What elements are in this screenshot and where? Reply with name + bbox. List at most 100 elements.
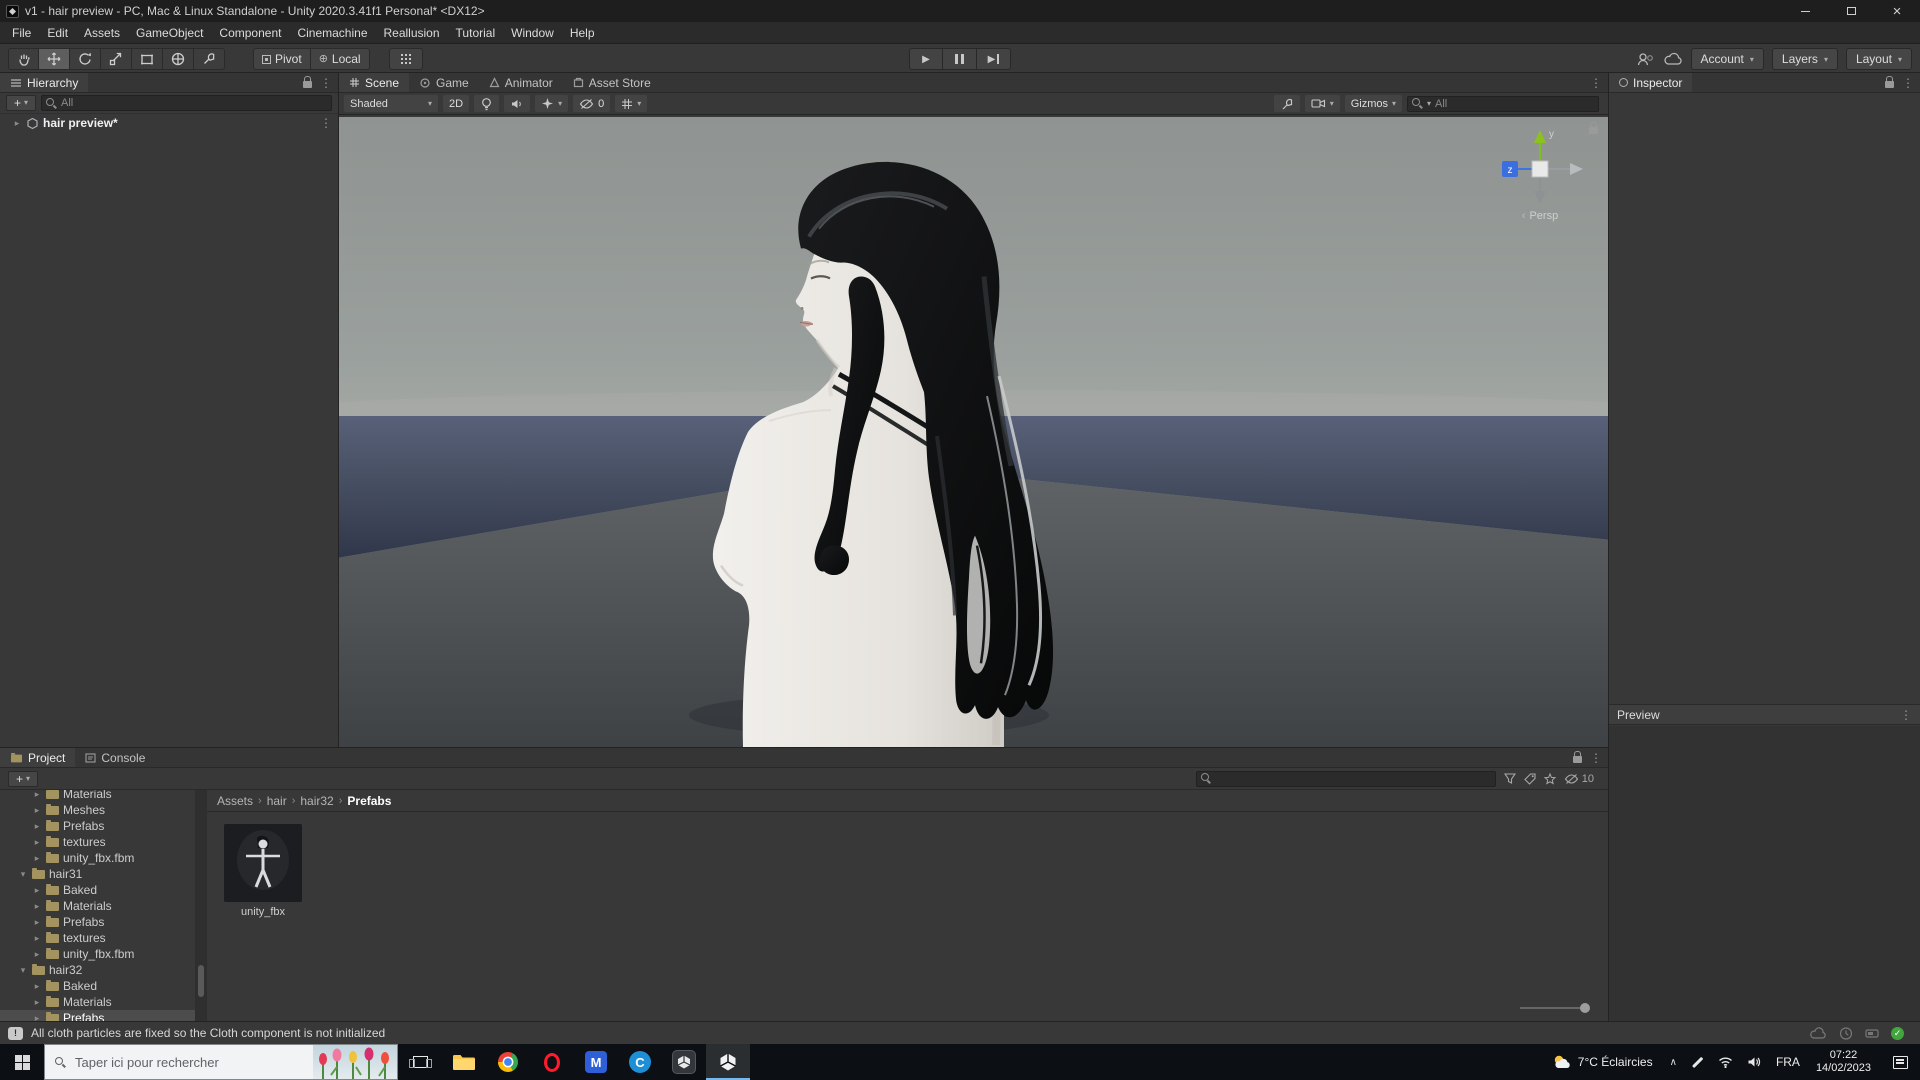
menu-tutorial[interactable]: Tutorial xyxy=(448,26,504,40)
menu-kebab-icon[interactable] xyxy=(320,116,332,130)
scene-orientation-gizmo[interactable]: z y ‹ Persp xyxy=(1494,125,1586,222)
tree-row[interactable]: ▸ Baked xyxy=(0,882,195,898)
lock-icon[interactable] xyxy=(1589,122,1598,134)
breadcrumb-assets[interactable]: Assets xyxy=(217,794,253,808)
tree-row[interactable]: ▸ Baked xyxy=(0,978,195,994)
tree-scrollbar[interactable] xyxy=(196,790,207,1021)
collab-icon[interactable] xyxy=(1637,51,1655,67)
opera-button[interactable] xyxy=(530,1044,574,1080)
move-tool-button[interactable] xyxy=(39,48,70,70)
tree-row[interactable]: ▾ hair32 xyxy=(0,962,195,978)
scene-root-item[interactable]: hair preview* xyxy=(0,114,338,132)
gizmos-dropdown[interactable]: Gizmos ▾ xyxy=(1344,95,1402,112)
menu-kebab-icon[interactable] xyxy=(1590,76,1602,90)
menu-reallusion[interactable]: Reallusion xyxy=(376,26,448,40)
breadcrumb-hair32[interactable]: hair32 xyxy=(300,794,333,808)
breadcrumb-hair[interactable]: hair xyxy=(267,794,287,808)
action-center-button[interactable] xyxy=(1880,1055,1920,1069)
tab-project[interactable]: Project xyxy=(0,748,76,767)
weather-widget[interactable]: 7°C Éclaircies xyxy=(1542,1054,1663,1070)
preview-header[interactable]: Preview xyxy=(1609,704,1920,725)
status-bar[interactable]: All cloth particles are fixed so the Clo… xyxy=(0,1021,1920,1044)
tree-row[interactable]: ▸ Meshes xyxy=(0,802,195,818)
menu-help[interactable]: Help xyxy=(562,26,603,40)
foldout-icon[interactable]: ▸ xyxy=(32,821,42,832)
slider-track[interactable] xyxy=(1520,1007,1584,1009)
pause-button[interactable] xyxy=(943,48,977,70)
menu-assets[interactable]: Assets xyxy=(76,26,128,40)
transform-tool-button[interactable] xyxy=(163,48,194,70)
tree-row[interactable]: ▸ unity_fbx.fbm xyxy=(0,946,195,962)
menu-window[interactable]: Window xyxy=(503,26,562,40)
menu-kebab-icon[interactable] xyxy=(1902,76,1914,90)
layers-dropdown[interactable]: Layers ▾ xyxy=(1771,48,1838,70)
scrollbar-thumb[interactable] xyxy=(198,965,204,997)
slider-knob[interactable] xyxy=(1580,1003,1590,1013)
asset-item[interactable]: unity_fbx xyxy=(221,824,305,918)
tree-row[interactable]: ▸ Materials xyxy=(0,790,195,802)
chrome-button[interactable] xyxy=(486,1044,530,1080)
tab-asset-store[interactable]: Asset Store xyxy=(563,73,661,92)
c-app-button[interactable]: C xyxy=(618,1044,662,1080)
task-view-button[interactable] xyxy=(398,1044,442,1080)
clock-widget[interactable]: 07:22 14/02/2023 xyxy=(1807,1049,1880,1075)
tree-row[interactable]: ▸ unity_fbx.fbm xyxy=(0,850,195,866)
lock-icon[interactable] xyxy=(1573,751,1582,763)
menu-kebab-icon[interactable] xyxy=(1900,708,1912,722)
tab-console[interactable]: Console xyxy=(75,748,155,767)
foldout-icon[interactable]: ▾ xyxy=(18,869,28,880)
audio-toggle[interactable] xyxy=(504,95,531,112)
projection-toggle[interactable]: ‹ Persp xyxy=(1494,210,1586,222)
scene-visibility-toggle[interactable]: 0 xyxy=(573,95,611,112)
minimize-button[interactable] xyxy=(1782,0,1828,22)
scene-search-input[interactable]: ▾ All xyxy=(1407,95,1599,112)
cloud-status-icon[interactable] xyxy=(1809,1026,1827,1040)
file-explorer-button[interactable] xyxy=(442,1044,486,1080)
tab-animator[interactable]: Animator xyxy=(479,73,563,92)
component-tools-button[interactable] xyxy=(1273,95,1300,112)
tree-row[interactable]: ▸ Prefabs xyxy=(0,818,195,834)
scene-grid-dropdown[interactable]: ▾ xyxy=(615,95,648,112)
lock-icon[interactable] xyxy=(303,76,312,88)
tree-row[interactable]: ▸ Materials xyxy=(0,898,195,914)
lock-icon[interactable] xyxy=(1885,76,1894,88)
pivot-toggle[interactable]: Pivot xyxy=(253,48,311,70)
scale-tool-button[interactable] xyxy=(101,48,132,70)
breadcrumb-prefabs[interactable]: Prefabs xyxy=(347,794,391,808)
search-by-label-button[interactable] xyxy=(1523,772,1536,785)
2d-toggle[interactable]: 2D xyxy=(443,95,470,112)
lighting-toggle[interactable] xyxy=(474,95,500,112)
menu-gameobject[interactable]: GameObject xyxy=(128,26,211,40)
tree-row[interactable]: ▸ Prefabs xyxy=(0,914,195,930)
menu-file[interactable]: File xyxy=(4,26,39,40)
camera-settings-dropdown[interactable]: ▾ xyxy=(1304,95,1340,112)
step-button[interactable]: ▶ xyxy=(977,48,1011,70)
foldout-icon[interactable] xyxy=(12,118,22,129)
foldout-icon[interactable]: ▸ xyxy=(32,949,42,960)
hierarchy-search-input[interactable]: All xyxy=(41,95,332,111)
foldout-icon[interactable]: ▸ xyxy=(32,885,42,896)
tree-row[interactable]: ▸ textures xyxy=(0,930,195,946)
foldout-icon[interactable]: ▸ xyxy=(32,853,42,864)
volume-icon[interactable] xyxy=(1740,1056,1769,1068)
activity-icon[interactable] xyxy=(1839,1026,1853,1040)
tab-hierarchy[interactable]: Hierarchy xyxy=(0,73,89,92)
foldout-icon[interactable]: ▸ xyxy=(32,933,42,944)
tree-row[interactable]: ▸ Materials xyxy=(0,994,195,1010)
foldout-icon[interactable]: ▸ xyxy=(32,790,42,800)
rect-tool-button[interactable] xyxy=(132,48,163,70)
local-toggle[interactable]: ⊕ Local xyxy=(310,48,370,70)
layout-dropdown[interactable]: Layout ▾ xyxy=(1845,48,1912,70)
progress-icon[interactable] xyxy=(1865,1027,1879,1040)
favorites-button[interactable] xyxy=(1543,772,1556,785)
foldout-icon[interactable]: ▸ xyxy=(32,837,42,848)
menu-kebab-icon[interactable] xyxy=(320,76,332,90)
rotate-tool-button[interactable] xyxy=(70,48,101,70)
foldout-icon[interactable]: ▸ xyxy=(32,917,42,928)
taskbar-search-input[interactable]: Taper ici pour rechercher xyxy=(44,1044,398,1080)
tree-row[interactable]: ▾ hair31 xyxy=(0,866,195,882)
foldout-icon[interactable]: ▸ xyxy=(32,997,42,1008)
account-dropdown[interactable]: Account ▾ xyxy=(1690,48,1764,70)
tab-game[interactable]: Game xyxy=(409,73,479,92)
draw-mode-dropdown[interactable]: Shaded ▾ xyxy=(344,95,438,112)
